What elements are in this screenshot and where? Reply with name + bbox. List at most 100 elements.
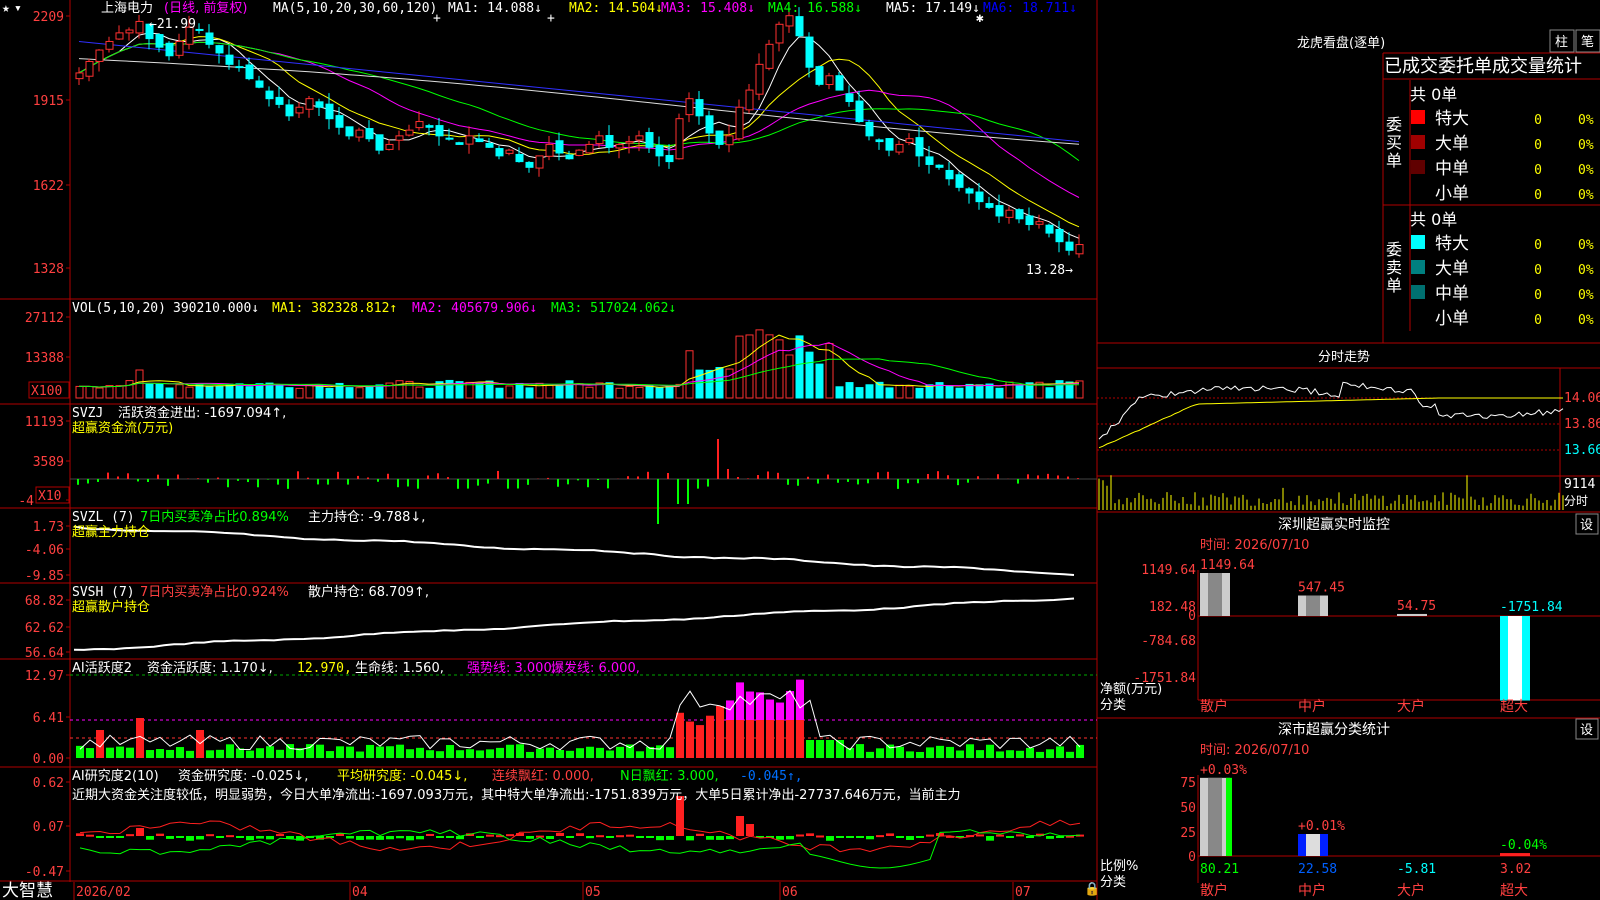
candle-body[interactable]: [165, 42, 174, 57]
candle-body[interactable]: [715, 130, 724, 145]
candle-body[interactable]: [1035, 221, 1044, 225]
candle-body[interactable]: [475, 138, 484, 143]
candle-body[interactable]: [205, 32, 214, 45]
candle-body[interactable]: [385, 143, 394, 150]
candle-body[interactable]: [635, 135, 644, 141]
candle-body[interactable]: [795, 16, 804, 37]
candle-body[interactable]: [705, 115, 714, 134]
bi-button-label[interactable]: 笔: [1581, 34, 1594, 50]
candle-body[interactable]: [75, 72, 84, 80]
candle-body[interactable]: [605, 135, 614, 148]
candle-body[interactable]: [115, 32, 124, 40]
candle-body[interactable]: [1005, 209, 1014, 218]
candle-body[interactable]: [835, 75, 844, 91]
candle-body[interactable]: [435, 125, 444, 137]
candle-body[interactable]: [685, 98, 694, 116]
candle-body[interactable]: [915, 137, 924, 157]
candle-body[interactable]: [355, 129, 364, 138]
candle-body[interactable]: [745, 89, 754, 111]
candle-body[interactable]: [775, 23, 784, 44]
candle-body[interactable]: [595, 135, 604, 145]
candle-body[interactable]: [895, 143, 904, 153]
candle-body[interactable]: [535, 155, 544, 169]
candle-body[interactable]: [565, 154, 574, 160]
zhu-button-label[interactable]: 柱: [1555, 35, 1568, 50]
period-info[interactable]: (日线, 前复权): [164, 0, 247, 16]
candle-body[interactable]: [505, 149, 514, 154]
candle-body[interactable]: [95, 49, 104, 62]
candle-body[interactable]: [1015, 209, 1024, 220]
candle-body[interactable]: [485, 142, 494, 148]
candle-body[interactable]: [255, 80, 264, 88]
candle-body[interactable]: [875, 139, 884, 143]
star-icon[interactable]: ★: [2, 1, 10, 16]
candle-body[interactable]: [825, 75, 834, 85]
candle-body[interactable]: [495, 148, 504, 157]
candle-body[interactable]: [445, 137, 454, 140]
candle-body[interactable]: [975, 191, 984, 203]
candle-body[interactable]: [525, 161, 534, 168]
candle-body[interactable]: [1075, 244, 1084, 255]
candle-body[interactable]: [665, 154, 674, 163]
candle-body[interactable]: [765, 43, 774, 69]
candle-body[interactable]: [805, 36, 814, 68]
candle-body[interactable]: [955, 174, 964, 188]
candle-body[interactable]: [755, 63, 764, 95]
candle-body[interactable]: [995, 205, 1004, 217]
candle-body[interactable]: [645, 132, 654, 148]
candle-body[interactable]: [1055, 228, 1064, 243]
candle-body[interactable]: [135, 20, 144, 34]
candle-body[interactable]: [965, 188, 974, 194]
candle-body[interactable]: [725, 135, 734, 146]
candle-body[interactable]: [925, 156, 934, 165]
candle-body[interactable]: [1045, 224, 1054, 234]
monitor-settings-label[interactable]: 设: [1580, 518, 1593, 533]
candle-body[interactable]: [105, 40, 114, 50]
candle-body[interactable]: [695, 99, 704, 117]
candle-body[interactable]: [85, 60, 94, 77]
candle-body[interactable]: [985, 203, 994, 208]
candle-body[interactable]: [215, 45, 224, 54]
candle-body[interactable]: [585, 143, 594, 154]
candle-body[interactable]: [345, 126, 354, 137]
candle-body[interactable]: [855, 100, 864, 123]
candle-body[interactable]: [555, 140, 564, 154]
candle-body[interactable]: [365, 128, 374, 140]
candle-body[interactable]: [335, 115, 344, 128]
candle-body[interactable]: [905, 138, 914, 143]
collapse-arrow-icon[interactable]: ▾: [14, 1, 22, 16]
candle-body[interactable]: [845, 93, 854, 103]
candle-body[interactable]: [325, 103, 334, 120]
candle-body[interactable]: [125, 29, 134, 34]
candle-body[interactable]: [305, 98, 314, 110]
candle-body[interactable]: [575, 149, 584, 156]
candle-body[interactable]: [785, 15, 794, 27]
candle-body[interactable]: [245, 64, 254, 80]
candle-body[interactable]: [295, 106, 304, 114]
classify-settings-label[interactable]: 设: [1580, 723, 1593, 738]
candle-body[interactable]: [155, 34, 164, 48]
candle-body[interactable]: [285, 104, 294, 117]
candle-body[interactable]: [265, 90, 274, 100]
candle-body[interactable]: [615, 143, 624, 149]
candle-body[interactable]: [815, 66, 824, 85]
candle-body[interactable]: [885, 138, 894, 151]
lock-icon[interactable]: 🔒: [1084, 882, 1100, 897]
candle-body[interactable]: [375, 134, 384, 151]
candle-body[interactable]: [515, 153, 524, 163]
candle-body[interactable]: [655, 145, 664, 157]
candle-body[interactable]: [315, 101, 324, 108]
candle-body[interactable]: [935, 164, 944, 168]
candle-body[interactable]: [1065, 241, 1074, 251]
candle-body[interactable]: [225, 54, 234, 65]
candle-body[interactable]: [395, 135, 404, 141]
candle-body[interactable]: [1025, 215, 1034, 226]
candle-body[interactable]: [425, 125, 434, 128]
candle-body[interactable]: [235, 66, 244, 69]
candle-body[interactable]: [945, 169, 954, 180]
candle-body[interactable]: [625, 141, 634, 144]
candle-body[interactable]: [545, 143, 554, 157]
candle-body[interactable]: [455, 142, 464, 145]
candle-body[interactable]: [465, 135, 474, 145]
candle-body[interactable]: [275, 96, 284, 105]
